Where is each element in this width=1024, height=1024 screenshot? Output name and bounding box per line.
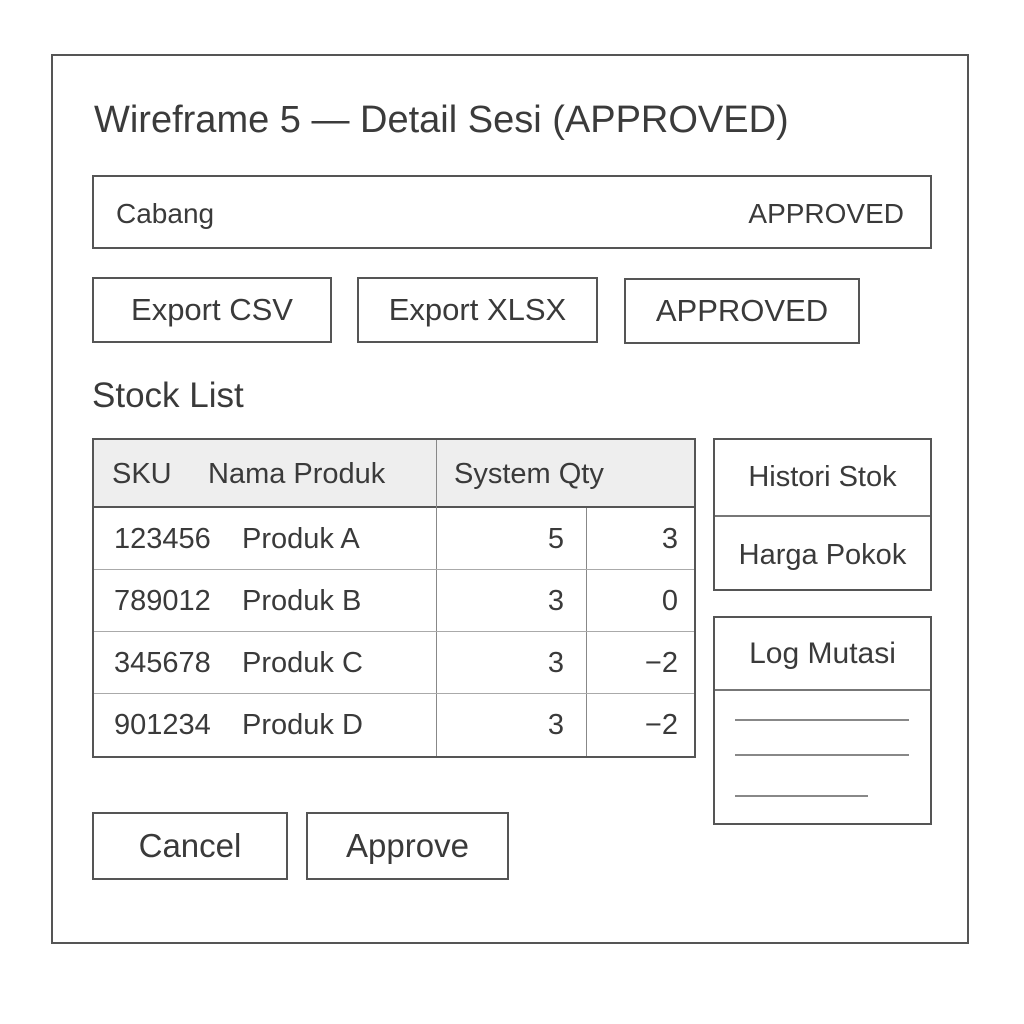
stock-table: SKU Nama Produk System Qty 123456 Produk… — [92, 438, 696, 758]
cell-sku: 345678 — [114, 647, 211, 679]
cell-diff: −2 — [644, 647, 678, 679]
cell-sku: 901234 — [114, 709, 211, 741]
side-menu-item-harga-pokok[interactable]: Harga Pokok — [715, 517, 930, 593]
table-row[interactable]: 789012 Produk B 3 0 — [94, 570, 694, 632]
page-title: Wireframe 5 — Detail Sesi (APPROVED) — [94, 99, 789, 141]
branch-label: Cabang — [116, 198, 215, 229]
column-header-system-qty[interactable]: System Qty — [454, 457, 604, 491]
column-header-sku[interactable]: SKU — [112, 457, 172, 491]
cell-name: Produk B — [242, 585, 362, 617]
log-placeholder-line — [735, 754, 909, 756]
session-header-bar: Cabang APPROVED — [92, 175, 932, 249]
cell-name: Produk C — [242, 647, 363, 679]
log-mutasi-panel: Log Mutasi — [713, 616, 932, 825]
cell-system-qty: 3 — [547, 647, 564, 679]
cell-diff: −2 — [644, 709, 678, 741]
cell-system-qty: 5 — [547, 523, 564, 555]
side-menu-item-histori-stok[interactable]: Histori Stok — [715, 440, 930, 517]
cancel-button[interactable]: Cancel — [92, 812, 288, 880]
export-csv-button[interactable]: Export CSV — [92, 277, 332, 343]
table-row[interactable]: 345678 Produk C 3 −2 — [94, 632, 694, 694]
approve-button[interactable]: Approve — [306, 812, 509, 880]
table-row[interactable]: 123456 Produk A 5 3 — [94, 508, 694, 570]
approved-status-button[interactable]: APPROVED — [624, 278, 860, 344]
cell-diff: 3 — [661, 523, 678, 555]
log-placeholder-line — [735, 719, 909, 721]
cell-sku: 789012 — [114, 585, 211, 617]
cell-sku: 123456 — [114, 523, 211, 555]
column-header-name[interactable]: Nama Produk — [208, 457, 385, 491]
cell-name: Produk D — [242, 709, 363, 741]
log-placeholder-line — [735, 795, 868, 797]
table-row[interactable]: 901234 Produk D 3 −2 — [94, 694, 694, 756]
cell-name: Produk A — [242, 523, 360, 555]
cell-system-qty: 3 — [547, 709, 564, 741]
cell-diff: 0 — [661, 585, 678, 617]
cell-system-qty: 3 — [547, 585, 564, 617]
export-xlsx-button[interactable]: Export XLSX — [357, 277, 598, 343]
table-header: SKU Nama Produk System Qty — [94, 440, 694, 508]
side-menu: Histori Stok Harga Pokok — [713, 438, 932, 591]
stock-list-title: Stock List — [92, 376, 244, 415]
status-badge: APPROVED — [748, 198, 904, 229]
log-mutasi-title: Log Mutasi — [715, 618, 930, 691]
